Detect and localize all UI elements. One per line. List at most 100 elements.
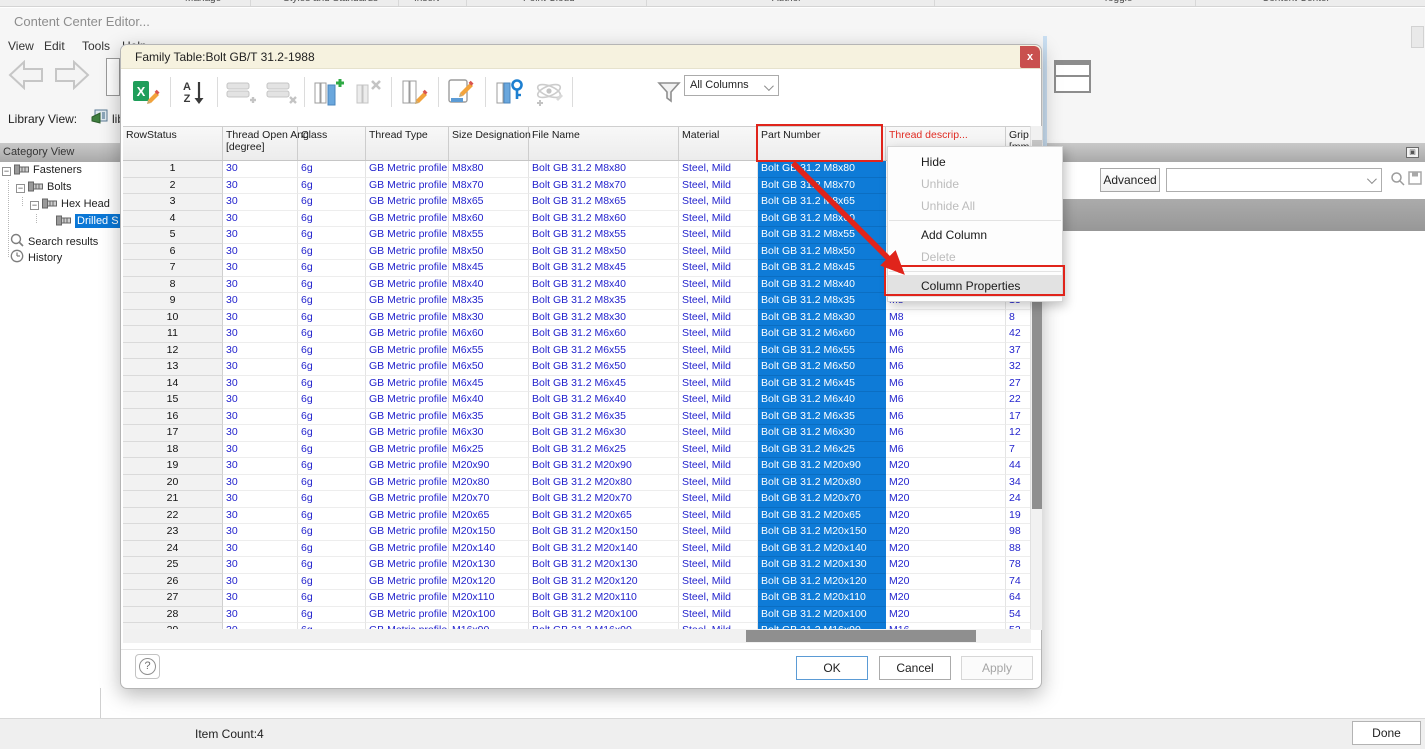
table-cell[interactable]: Steel, Mild: [679, 606, 758, 623]
table-cell[interactable]: 6g: [298, 326, 366, 343]
table-cell[interactable]: 30: [223, 260, 298, 277]
table-cell[interactable]: 19: [1006, 507, 1032, 524]
table-cell[interactable]: 78: [1006, 557, 1032, 574]
table-cell[interactable]: M8x50: [449, 243, 529, 260]
table-cell[interactable]: Steel, Mild: [679, 557, 758, 574]
table-cell[interactable]: M20x110: [449, 590, 529, 607]
done-button[interactable]: Done: [1352, 721, 1421, 745]
chevron-down-icon[interactable]: [1366, 174, 1377, 185]
table-cell[interactable]: Bolt GB 31.2 M20x140: [758, 540, 886, 557]
table-cell[interactable]: Bolt GB 31.2 M8x40: [529, 276, 679, 293]
table-cell[interactable]: Bolt GB 31.2 M20x65: [529, 507, 679, 524]
table-cell[interactable]: GB Metric profile: [366, 491, 449, 508]
table-cell[interactable]: Bolt GB 31.2 M20x90: [758, 458, 886, 475]
table-cell[interactable]: 30: [223, 293, 298, 310]
sort-az-icon[interactable]: AZ: [174, 73, 214, 111]
table-cell[interactable]: M8x60: [449, 210, 529, 227]
table-cell[interactable]: 6g: [298, 474, 366, 491]
collapse-icon[interactable]: −: [2, 167, 11, 176]
table-cell[interactable]: GB Metric profile: [366, 441, 449, 458]
table-cell[interactable]: 6g: [298, 441, 366, 458]
table-cell[interactable]: Bolt GB 31.2 M20x130: [529, 557, 679, 574]
add-column-icon[interactable]: [308, 73, 348, 111]
table-cell[interactable]: GB Metric profile: [366, 392, 449, 409]
table-cell[interactable]: 30: [223, 408, 298, 425]
row-number-cell[interactable]: 6: [123, 243, 223, 260]
table-cell[interactable]: 6g: [298, 507, 366, 524]
table-cell[interactable]: Bolt GB 31.2 M6x40: [758, 392, 886, 409]
table-cell[interactable]: 30: [223, 441, 298, 458]
table-cell[interactable]: Bolt GB 31.2 M6x60: [758, 326, 886, 343]
table-cell[interactable]: 37: [1006, 342, 1032, 359]
row-number-cell[interactable]: 24: [123, 540, 223, 557]
table-cell[interactable]: GB Metric profile: [366, 210, 449, 227]
table-cell[interactable]: M20: [886, 458, 1006, 475]
column-header-thread-type[interactable]: Thread Type: [366, 127, 449, 160]
row-number-cell[interactable]: 23: [123, 524, 223, 541]
table-cell[interactable]: 30: [223, 425, 298, 442]
table-cell[interactable]: Steel, Mild: [679, 293, 758, 310]
table-cell[interactable]: 6g: [298, 590, 366, 607]
table-cell[interactable]: Bolt GB 31.2 M20x90: [529, 458, 679, 475]
table-cell[interactable]: 6g: [298, 606, 366, 623]
table-cell[interactable]: Bolt GB 31.2 M20x70: [529, 491, 679, 508]
table-cell[interactable]: Bolt GB 31.2 M20x150: [529, 524, 679, 541]
table-cell[interactable]: M8x30: [449, 309, 529, 326]
column-header-class[interactable]: Class: [298, 127, 366, 160]
table-cell[interactable]: 6g: [298, 573, 366, 590]
table-cell[interactable]: 17: [1006, 408, 1032, 425]
table-cell[interactable]: M6x55: [449, 342, 529, 359]
table-cell[interactable]: 6g: [298, 375, 366, 392]
table-cell[interactable]: Steel, Mild: [679, 375, 758, 392]
table-cell[interactable]: M20x130: [449, 557, 529, 574]
collapse-icon[interactable]: −: [30, 201, 39, 210]
row-number-cell[interactable]: 12: [123, 342, 223, 359]
row-number-cell[interactable]: 18: [123, 441, 223, 458]
row-number-cell[interactable]: 19: [123, 458, 223, 475]
table-cell[interactable]: 30: [223, 276, 298, 293]
table-cell[interactable]: 6g: [298, 210, 366, 227]
table-cell[interactable]: 6g: [298, 425, 366, 442]
table-cell[interactable]: M6: [886, 408, 1006, 425]
table-cell[interactable]: Steel, Mild: [679, 243, 758, 260]
horizontal-scrollbar[interactable]: [123, 629, 1031, 643]
table-cell[interactable]: 30: [223, 392, 298, 409]
table-cell[interactable]: 22: [1006, 392, 1032, 409]
table-cell[interactable]: 6g: [298, 392, 366, 409]
table-cell[interactable]: 6g: [298, 491, 366, 508]
table-cell[interactable]: 30: [223, 507, 298, 524]
collapse-icon[interactable]: −: [16, 184, 25, 193]
table-cell[interactable]: M20: [886, 540, 1006, 557]
table-cell[interactable]: 6g: [298, 260, 366, 277]
table-cell[interactable]: 6g: [298, 557, 366, 574]
table-cell[interactable]: Steel, Mild: [679, 359, 758, 376]
table-cell[interactable]: Steel, Mild: [679, 260, 758, 277]
table-cell[interactable]: M20x90: [449, 458, 529, 475]
table-cell[interactable]: M6x40: [449, 392, 529, 409]
table-cell[interactable]: Steel, Mild: [679, 276, 758, 293]
table-cell[interactable]: Bolt GB 31.2 M20x100: [758, 606, 886, 623]
table-cell[interactable]: Bolt GB 31.2 M8x35: [529, 293, 679, 310]
table-cell[interactable]: Bolt GB 31.2 M20x65: [758, 507, 886, 524]
table-cell[interactable]: GB Metric profile: [366, 326, 449, 343]
table-cell[interactable]: M8x70: [449, 177, 529, 194]
table-cell[interactable]: 30: [223, 227, 298, 244]
table-cell[interactable]: GB Metric profile: [366, 540, 449, 557]
table-cell[interactable]: 27: [1006, 375, 1032, 392]
edit-via-spreadsheet-icon[interactable]: X: [127, 73, 167, 111]
table-cell[interactable]: Steel, Mild: [679, 507, 758, 524]
forward-arrow-icon[interactable]: [52, 60, 90, 90]
column-header-size-designation[interactable]: Size Designation: [449, 127, 531, 160]
table-cell[interactable]: 74: [1006, 573, 1032, 590]
column-header-thread-open-ang[interactable]: Thread Open Ang [degree]: [223, 127, 309, 160]
table-cell[interactable]: Bolt GB 31.2 M6x30: [529, 425, 679, 442]
save-search-icon[interactable]: [1408, 171, 1423, 186]
table-cell[interactable]: M6x35: [449, 408, 529, 425]
table-cell[interactable]: Bolt GB 31.2 M8x55: [529, 227, 679, 244]
table-cell[interactable]: Bolt GB 31.2 M6x40: [529, 392, 679, 409]
table-cell[interactable]: Steel, Mild: [679, 227, 758, 244]
table-cell[interactable]: Bolt GB 31.2 M6x55: [758, 342, 886, 359]
table-cell[interactable]: Steel, Mild: [679, 458, 758, 475]
table-cell[interactable]: 8: [1006, 309, 1032, 326]
table-cell[interactable]: M8x55: [449, 227, 529, 244]
